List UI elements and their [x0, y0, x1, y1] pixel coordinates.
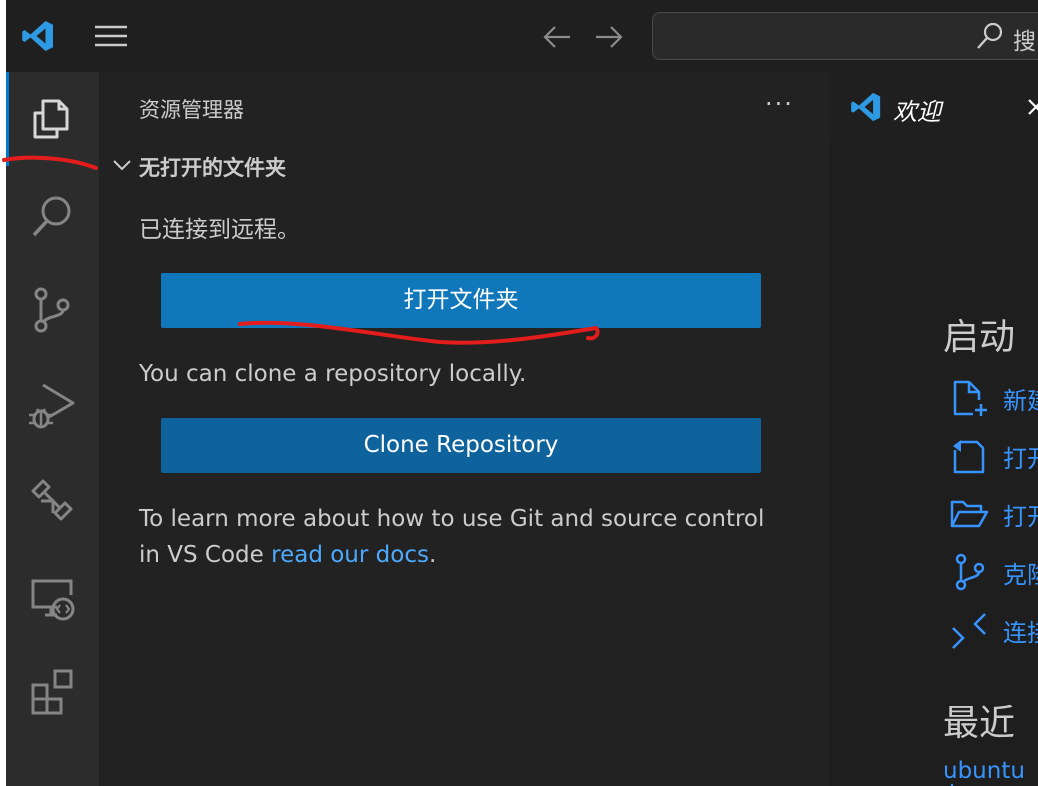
section-header-no-folder[interactable]: 无打开的文件夹: [139, 152, 286, 182]
close-icon[interactable]: [1027, 98, 1038, 116]
remote-desktop-icon: [31, 579, 75, 621]
command-center-search[interactable]: 搜: [652, 12, 1038, 60]
recent-item-label: ubuntu: [943, 758, 1025, 784]
run-debug-icon: [29, 383, 75, 429]
connected-status-text: 已连接到远程。: [139, 217, 300, 243]
start-item-label: 连接: [1003, 618, 1038, 647]
start-item-label: 新建: [1003, 386, 1038, 415]
chevron-down-icon[interactable]: [111, 154, 133, 176]
editor-tab-bar: 欢迎: [829, 72, 1038, 142]
files-icon: [33, 99, 69, 139]
menu-icon[interactable]: [94, 24, 128, 48]
start-item-label: 克隆: [1003, 560, 1038, 589]
forward-arrow-icon[interactable]: [594, 24, 624, 50]
sidebar-title: 资源管理器: [139, 98, 244, 122]
learn-line-2-suffix: .: [428, 542, 437, 568]
open-folder-icon: [950, 500, 989, 528]
source-control-button[interactable]: [24, 282, 80, 338]
recent-title: 最近: [943, 703, 1016, 744]
explorer-sidebar: 资源管理器 ··· 无打开的文件夹 已连接到远程。 打开文件夹 You can …: [99, 72, 829, 786]
start-item-label: 打开: [1003, 502, 1038, 531]
clone-hint-text: You can clone a repository locally.: [139, 361, 527, 387]
start-open-file[interactable]: 打开: [949, 436, 1038, 476]
learn-more-text: To learn more about how to use Git and s…: [139, 501, 799, 573]
new-file-icon: [953, 380, 987, 416]
clone-repository-button[interactable]: Clone Repository: [161, 418, 761, 473]
read-docs-link[interactable]: read our docs: [271, 542, 429, 568]
source-control-icon: [34, 287, 70, 333]
extensions-button[interactable]: [24, 664, 80, 720]
remote-connect-icon: [952, 613, 986, 649]
search-icon: [977, 22, 1003, 49]
tab-welcome-label: 欢迎: [893, 98, 941, 126]
start-item-label: 打开: [1003, 444, 1038, 473]
back-arrow-icon[interactable]: [542, 24, 572, 50]
magnifier-icon: [32, 196, 71, 237]
title-bar: 搜: [6, 0, 1038, 73]
learn-line-1: To learn more about how to use Git and s…: [139, 506, 765, 532]
extensions-icon: [31, 669, 73, 715]
start-connect-remote[interactable]: 连接: [949, 610, 1038, 650]
start-new-file[interactable]: 新建: [949, 378, 1038, 418]
open-folder-button[interactable]: 打开文件夹: [161, 273, 761, 328]
vscode-logo-icon: [851, 92, 881, 122]
open-file-icon: [953, 440, 985, 474]
vscode-window: 搜 资源管理器 ··· 无打开的文件夹 已连接到远程。 打开文件夹 You ca…: [6, 0, 1038, 786]
remote-explorer-button[interactable]: [24, 472, 80, 528]
source-control-icon: [955, 553, 985, 591]
start-clone-repo[interactable]: 克隆: [949, 552, 1038, 592]
remote-window-button[interactable]: [24, 570, 80, 626]
vscode-logo-icon: [22, 21, 53, 51]
learn-line-2-prefix: in VS Code: [139, 542, 272, 568]
startup-title: 启动: [943, 317, 1016, 358]
more-actions-button[interactable]: ···: [765, 90, 794, 118]
editor-area: 欢迎 启动 新建 打开: [829, 72, 1038, 786]
recent-item[interactable]: ubuntu: [943, 758, 1038, 786]
search-text: 搜: [1013, 29, 1036, 55]
remote-explorer-icon: [31, 479, 73, 521]
search-view-button[interactable]: [24, 188, 80, 244]
activity-bar: [6, 72, 99, 786]
start-open-folder[interactable]: 打开: [949, 494, 1038, 534]
tab-welcome[interactable]: 欢迎: [829, 72, 1038, 142]
explorer-button[interactable]: [24, 90, 80, 146]
activity-active-indicator: [6, 72, 9, 166]
run-debug-button[interactable]: [24, 376, 80, 432]
